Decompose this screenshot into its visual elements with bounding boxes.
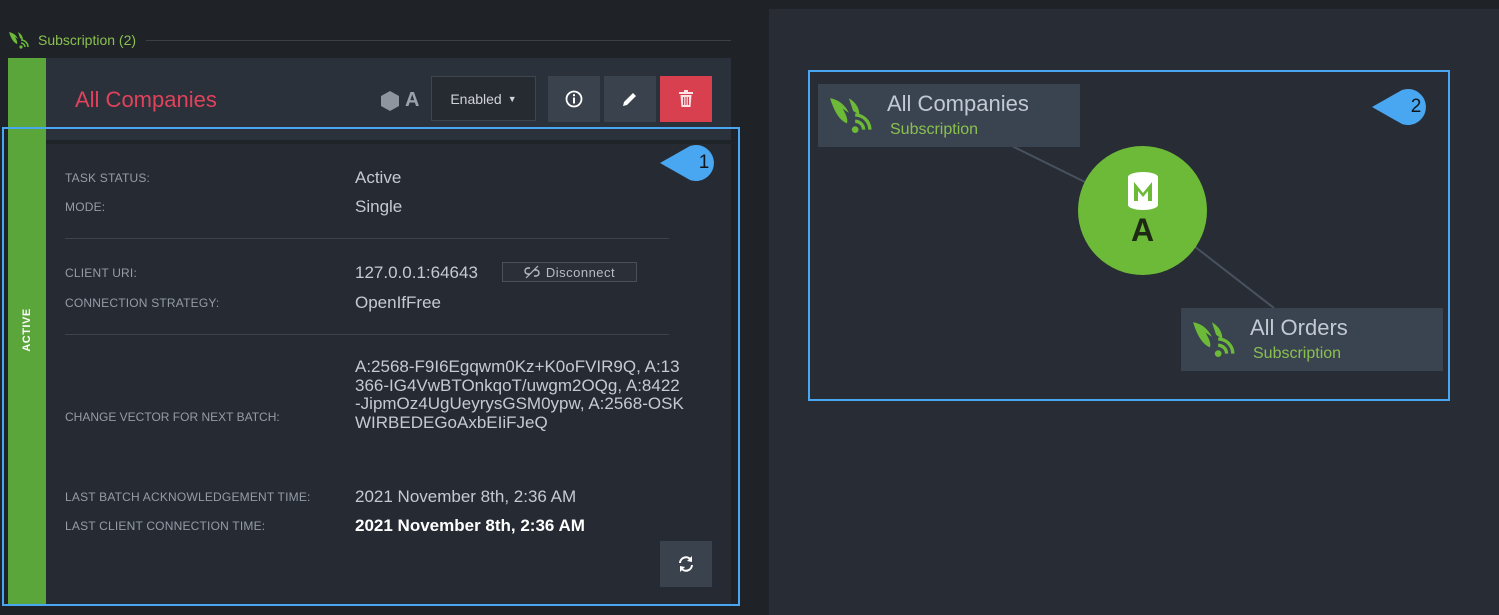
node-tag-label: A <box>405 89 420 111</box>
subscription-icon <box>1193 322 1235 357</box>
task-header: All Companies A Enabled ▼ <box>46 58 731 140</box>
subscription-icon <box>830 98 872 133</box>
subscription-icon <box>9 32 29 49</box>
node-hexagon-icon <box>381 90 399 111</box>
database-node[interactable]: A <box>1078 146 1207 275</box>
graph-node-name: All Companies <box>887 91 1029 116</box>
graph-link <box>1193 245 1275 309</box>
subscription-task-card: ACTIVE All Companies A Enabled ▼ TASK ST… <box>8 58 731 604</box>
change-vector-value: A:2568-F9I6Egqwm0Kz+K0oFVIR9Q, A:13366-I… <box>355 357 684 432</box>
last-connection-value: 2021 November 8th, 2:36 AM <box>355 516 585 535</box>
mode-label: MODE: <box>65 200 106 214</box>
section-title: Subscription (2) <box>38 32 137 48</box>
task-status-value: Active <box>355 168 402 187</box>
callout-marker-1: 1 <box>660 143 724 183</box>
divider <box>65 334 669 335</box>
info-button[interactable] <box>548 76 600 122</box>
callout-number-1: 1 <box>698 152 710 173</box>
last-ack-value: 2021 November 8th, 2:36 AM <box>355 487 577 506</box>
section-header: Subscription (2) <box>8 28 731 52</box>
connection-strategy-value: OpenIfFree <box>355 293 441 312</box>
disconnect-button[interactable]: Disconnect <box>502 262 637 282</box>
connection-strategy-label: CONNECTION STRATEGY: <box>65 296 220 310</box>
mode-value: Single <box>355 197 403 216</box>
graph-link <box>1011 145 1090 185</box>
status-strip: ACTIVE <box>8 58 46 604</box>
caret-down-icon: ▼ <box>507 93 517 104</box>
client-uri-label: CLIENT URI: <box>65 266 137 280</box>
task-status-label: TASK STATUS: <box>65 171 151 185</box>
divider <box>65 238 669 239</box>
unlink-icon <box>524 265 540 279</box>
info-icon <box>565 90 583 108</box>
disconnect-label: Disconnect <box>545 264 616 280</box>
trash-icon <box>679 90 693 107</box>
graph-node-type: Subscription <box>890 121 979 138</box>
callout-number-2: 2 <box>1410 96 1422 117</box>
task-details: TASK STATUS: Active MODE: Single CLIENT … <box>46 144 731 604</box>
section-rule <box>146 39 731 41</box>
graph-node-all-orders[interactable]: All Orders Subscription <box>1181 308 1443 371</box>
graph-node-all-companies[interactable]: All Companies Subscription <box>818 84 1080 147</box>
task-name-link[interactable]: All Companies <box>75 87 217 113</box>
delete-button[interactable] <box>660 76 712 122</box>
pencil-icon <box>623 93 636 106</box>
client-uri-value: 127.0.0.1:64643 <box>355 263 478 282</box>
refresh-button[interactable] <box>660 541 712 587</box>
graph-node-name: All Orders <box>1250 315 1348 340</box>
task-state-dropdown[interactable]: Enabled ▼ <box>431 76 536 121</box>
graph-node-type: Subscription <box>1253 345 1342 362</box>
change-vector-label: CHANGE VECTOR FOR NEXT BATCH: <box>65 410 280 424</box>
task-state-value: Enabled <box>450 90 502 107</box>
last-ack-label: LAST BATCH ACKNOWLEDGEMENT TIME: <box>65 490 311 504</box>
edit-button[interactable] <box>604 76 656 122</box>
node-tag: A <box>380 89 419 112</box>
callout-marker-2: 2 <box>1372 87 1436 127</box>
last-connection-label: LAST CLIENT CONNECTION TIME: <box>65 519 266 533</box>
database-node-tag: A <box>1130 212 1155 248</box>
refresh-icon <box>679 556 693 572</box>
status-strip-label: ACTIVE <box>21 308 33 352</box>
database-icon <box>1128 172 1158 210</box>
